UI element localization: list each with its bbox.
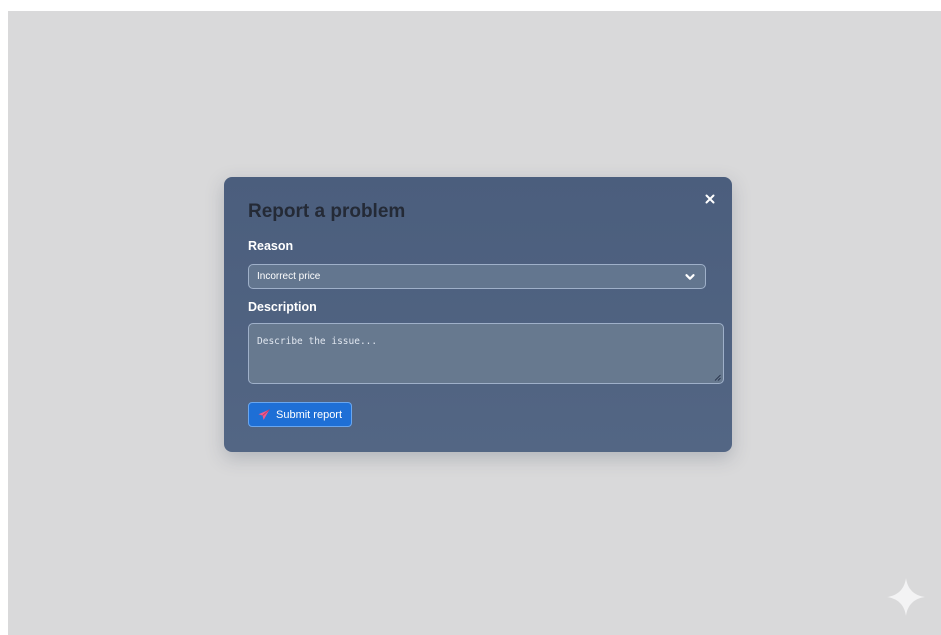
reason-selected-value: Incorrect price [257,271,321,282]
close-icon [705,194,715,204]
description-label: Description [248,300,317,314]
chevron-down-icon [683,270,697,284]
resize-grip-icon[interactable] [714,374,721,381]
description-textarea[interactable]: Describe the issue... [248,323,724,384]
submit-report-button[interactable]: Submit report [248,402,353,427]
reason-select[interactable]: Incorrect price [248,264,706,289]
description-placeholder: Describe the issue... [257,336,378,347]
page-backdrop: Report a problem Reason Incorrect price … [8,11,941,635]
paper-plane-icon [258,408,270,420]
close-button[interactable] [702,191,718,207]
reason-label: Reason [248,239,294,253]
submit-report-label: Submit report [276,408,343,421]
sparkle-icon [887,578,925,616]
dialog-title: Report a problem [248,201,406,222]
report-problem-dialog: Report a problem Reason Incorrect price … [224,177,732,452]
